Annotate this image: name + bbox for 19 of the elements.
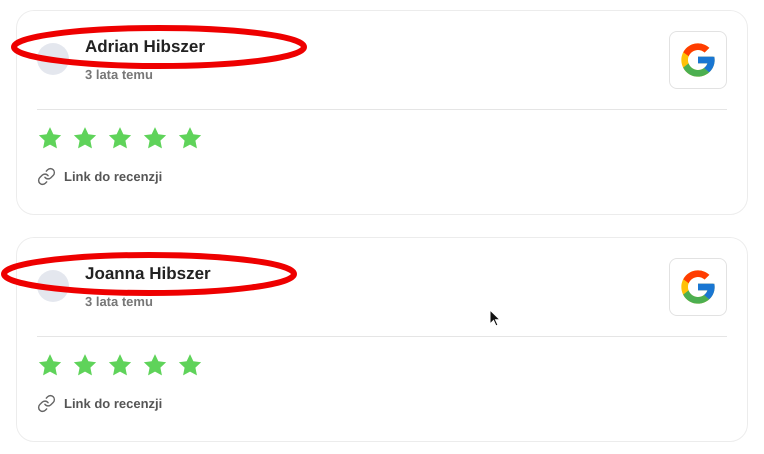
- star-icon: [72, 353, 98, 378]
- link-icon: [37, 394, 56, 414]
- star-icon: [37, 126, 63, 151]
- review-time: 3 lata temu: [85, 66, 154, 84]
- star-icon: [72, 126, 98, 151]
- mouse-cursor-icon: [489, 309, 501, 327]
- review-time: 3 lata temu: [85, 293, 154, 311]
- star-icon: [37, 353, 63, 378]
- star-icon: [142, 126, 168, 151]
- reviewer-name: Adrian Hibszer: [85, 36, 205, 58]
- reviewer-name: Joanna Hibszer: [85, 263, 211, 285]
- star-icon: [107, 126, 133, 151]
- review-link[interactable]: Link do recenzji: [37, 394, 162, 414]
- star-icon: [177, 353, 203, 378]
- link-icon: [37, 167, 56, 186]
- star-icon: [107, 353, 133, 378]
- star-icon: [177, 126, 203, 151]
- star-icon: [142, 353, 168, 378]
- review-link[interactable]: Link do recenzji: [37, 167, 162, 186]
